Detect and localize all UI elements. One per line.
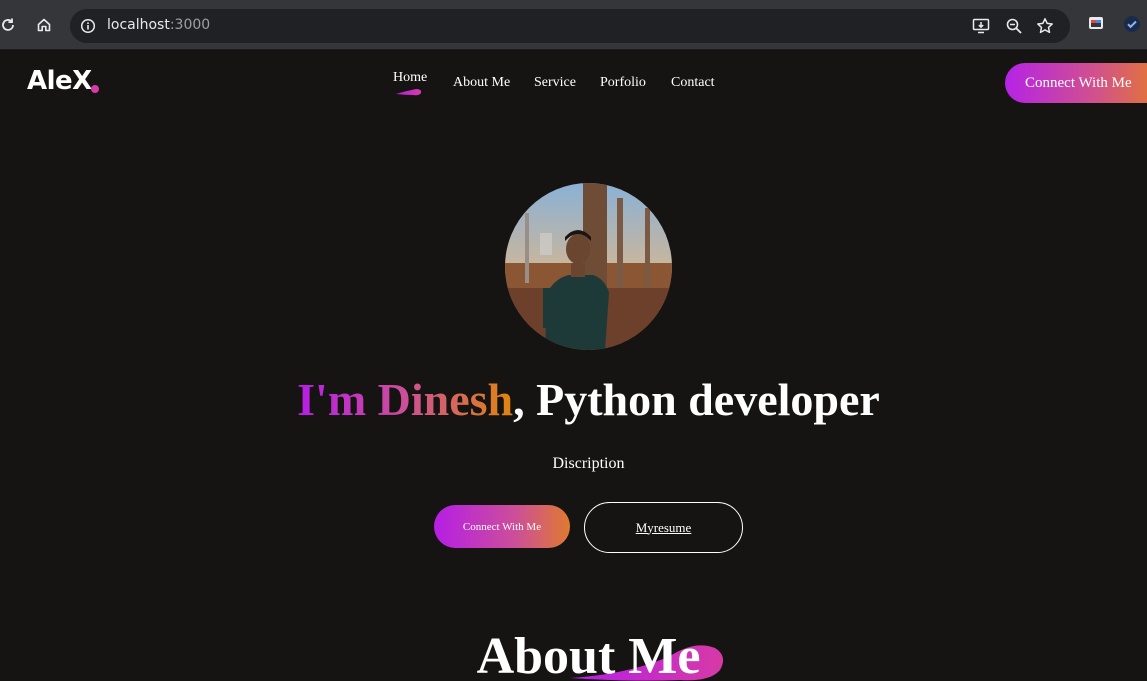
connect-with-me-hero-button[interactable]: Connect With Me	[434, 505, 570, 548]
resume-button[interactable]: Myresume	[584, 502, 743, 553]
url-port: :3000	[169, 17, 211, 33]
nav-item-service[interactable]: Service	[534, 75, 576, 91]
url-host: localhost	[107, 17, 170, 33]
nav-item-about[interactable]: About Me	[453, 75, 510, 91]
extension-icon[interactable]	[1088, 15, 1104, 35]
nav-item-home[interactable]: Home	[393, 70, 427, 86]
connect-with-me-nav-button[interactable]: Connect With Me	[1005, 63, 1147, 103]
hero-headline: I'm Dinesh, Python developer	[0, 373, 1147, 426]
nav-active-indicator	[396, 89, 422, 96]
nav-item-portfolio[interactable]: Porfolio	[600, 75, 646, 91]
profile-check-icon[interactable]	[1123, 15, 1141, 37]
main-nav: Home About Me Service Porfolio Contact	[0, 70, 1147, 105]
url-text: localhost:3000	[107, 17, 210, 33]
install-app-icon[interactable]	[972, 17, 990, 39]
zoom-icon[interactable]	[1005, 17, 1023, 39]
portfolio-page: AleX Home About Me Service Porfolio Cont…	[0, 51, 1147, 681]
reload-icon[interactable]	[0, 13, 20, 37]
bookmark-star-icon[interactable]	[1036, 17, 1054, 39]
hero-intro: I'm Dinesh	[297, 374, 514, 425]
site-info-icon[interactable]	[80, 18, 96, 38]
address-bar[interactable]: localhost:3000	[70, 9, 1070, 43]
about-section-title: About Me	[476, 628, 701, 681]
home-icon[interactable]	[32, 13, 56, 37]
hero-role: , Python developer	[513, 374, 880, 425]
nav-item-contact[interactable]: Contact	[671, 75, 715, 91]
hero-description: Discription	[552, 455, 625, 472]
profile-avatar	[505, 183, 672, 350]
browser-toolbar: localhost:3000	[0, 0, 1147, 50]
